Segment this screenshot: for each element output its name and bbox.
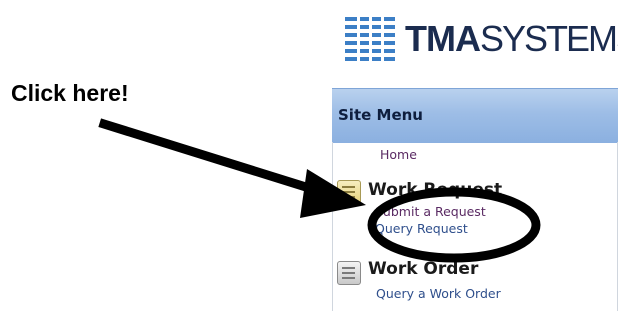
tma-systems-logo: TMASYSTEMS — [345, 10, 618, 70]
home-link[interactable]: Home — [380, 147, 417, 162]
arrow-icon — [98, 118, 366, 218]
submit-request-link[interactable]: Submit a Request — [375, 204, 486, 219]
section-title-work-order: Work Order — [368, 259, 479, 279]
document-icon — [337, 180, 361, 204]
logo-wordmark: TMASYSTEMS — [405, 21, 618, 57]
logo-light-text: SYSTEMS — [479, 18, 618, 59]
site-menu-header: Site Menu — [332, 88, 618, 143]
callout-text: Click here! — [11, 80, 129, 106]
document-icon — [337, 261, 361, 285]
site-menu-title: Site Menu — [338, 106, 423, 124]
site-menu: Site Menu Home Work Request Submit a Req… — [332, 88, 618, 311]
query-work-order-link[interactable]: Query a Work Order — [376, 286, 501, 301]
section-title-work-request: Work Request — [368, 180, 503, 200]
query-request-link[interactable]: Query Request — [375, 221, 468, 236]
logo-bold-text: TMA — [405, 18, 481, 59]
menu-border-left — [332, 142, 333, 311]
grid-logo-icon — [345, 17, 395, 61]
